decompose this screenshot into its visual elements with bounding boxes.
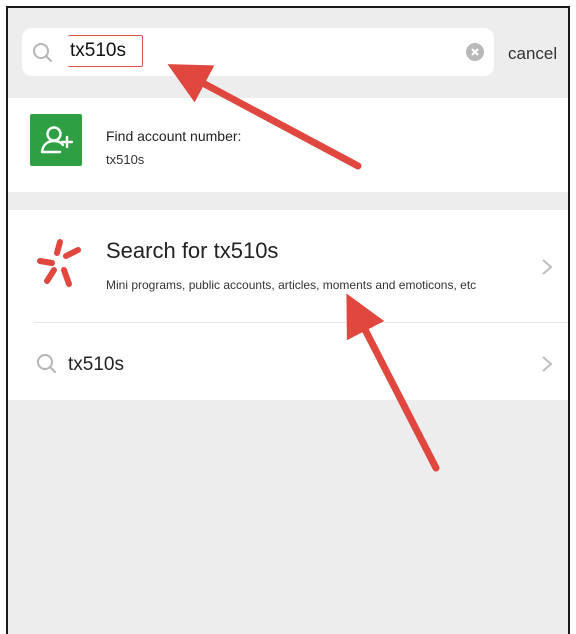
- search-results-list: Search for tx510s Mini programs, public …: [8, 210, 568, 400]
- clear-icon[interactable]: [466, 43, 484, 61]
- search-for-item[interactable]: Search for tx510s Mini programs, public …: [8, 210, 568, 322]
- search-icon: [32, 42, 54, 64]
- search-header: tx510s cancel: [8, 8, 568, 98]
- search-icon: [36, 353, 58, 375]
- cancel-button[interactable]: cancel: [508, 44, 557, 64]
- search-brand-icon: [34, 232, 86, 296]
- chevron-right-icon: [540, 354, 554, 374]
- find-account-value: tx510s: [106, 152, 145, 167]
- find-account-label: Find account number:: [106, 128, 242, 144]
- search-for-title: Search for tx510s: [106, 238, 279, 263]
- suggestion-text: tx510s: [68, 354, 124, 375]
- search-input[interactable]: tx510s: [68, 35, 143, 67]
- add-contact-icon: [30, 114, 82, 166]
- search-box[interactable]: tx510s: [22, 28, 494, 76]
- chevron-right-icon: [540, 257, 554, 277]
- search-for-subtitle: Mini programs, public accounts, articles…: [106, 278, 477, 292]
- app-screen: tx510s cancel Find account number: tx510…: [6, 6, 570, 634]
- find-account-item[interactable]: Find account number: tx510s: [8, 98, 568, 192]
